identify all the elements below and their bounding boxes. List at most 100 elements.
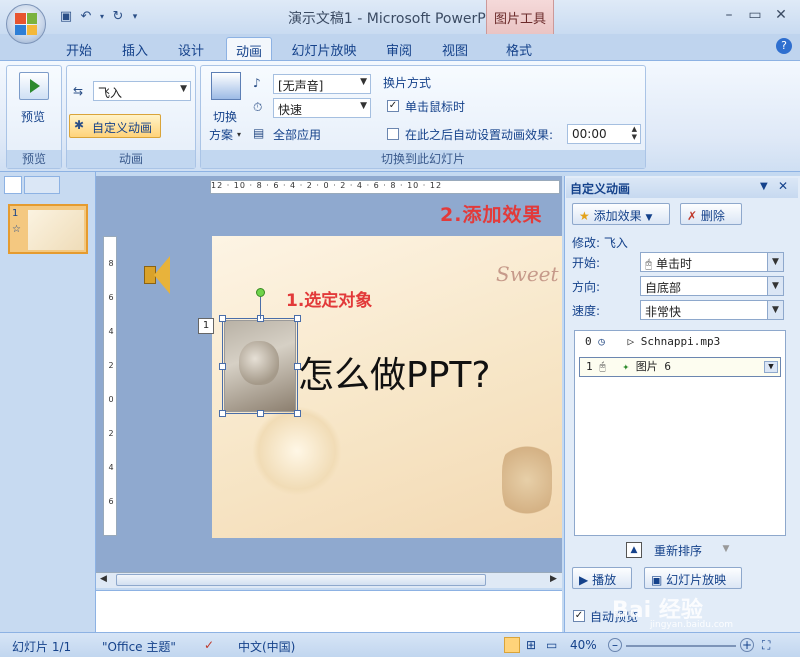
tab-slideshow[interactable]: 幻灯片放映 [286,37,362,60]
animations-group-label: 动画 [67,150,195,168]
zoom-level[interactable]: 40% [570,638,597,652]
scrollbar-thumb[interactable] [116,574,486,586]
remove-effect-button[interactable]: ✗ 删除 [680,203,742,225]
sound-icon: ♪ [253,76,261,90]
slide-heading[interactable]: 怎么做PPT? [298,346,491,398]
tab-animations[interactable]: 动画 [226,37,272,60]
annotation-step-1: 1.选定对象 [286,291,373,311]
spinner-icon[interactable]: ▲ ▼ [632,125,637,141]
apply-all-button[interactable]: 全部应用 [273,126,321,143]
direction-value: 自底部 [645,281,682,295]
zoom-out-icon[interactable]: – [608,638,622,652]
animation-name: Schnappi.mp3 [640,335,721,348]
preview-button[interactable]: 预览 [21,108,45,125]
zoom-in-icon[interactable]: + [740,638,754,652]
normal-view-icon[interactable] [504,637,520,653]
close-icon[interactable]: ✕ [778,179,788,193]
chevron-down-icon: ▼ [360,101,367,111]
on-click-checkbox[interactable]: ✓ [387,100,399,112]
rotate-handle[interactable] [256,288,265,297]
transition-scheme-label-2[interactable]: 方案 [209,126,233,143]
theme-name: "Office 主题" [102,640,176,654]
start-value: 单击时 [656,257,693,271]
slideshow-button[interactable]: ▣ 幻灯片放映 [644,567,742,589]
slideshow-view-icon[interactable]: ▭ [546,638,557,652]
chevron-down-icon: ▼ [767,277,783,295]
start-label: 开始: [572,256,601,270]
animation-order: 1 [586,360,593,373]
transition-scheme-label-1[interactable]: 切换 [213,108,237,125]
slides-tab-icon[interactable] [4,176,22,194]
play-button[interactable]: ▶ 播放 [572,567,632,589]
tab-format[interactable]: 格式 [496,37,542,60]
office-button[interactable] [6,4,46,44]
move-up-icon[interactable]: ▲ [626,542,642,558]
tab-review[interactable]: 审阅 [378,37,420,60]
ribbon-tabs: 开始 插入 设计 动画 幻灯片放映 审阅 视图 格式 ? [0,34,800,60]
auto-after-checkbox[interactable] [387,128,399,140]
custom-animation-button[interactable]: ✱ 自定义动画 [69,114,161,138]
slide-thumbnail[interactable]: 1 ☆ [8,204,88,254]
transition-speed-select[interactable]: 快速 ▼ [273,98,371,118]
restore-button[interactable]: ▭ [744,6,766,24]
fit-window-icon[interactable]: ⛶ [762,638,770,653]
slideshow-icon: ▣ [651,573,663,587]
chevron-down-icon[interactable]: ▼ [764,361,778,373]
speed-select[interactable]: 非常快 ▼ [640,300,784,320]
tab-view[interactable]: 视图 [434,37,476,60]
resize-handle[interactable] [219,363,226,370]
notes-pane[interactable] [96,590,562,632]
chevron-down-icon: ▼ [360,77,367,87]
on-click-label: 单击鼠标时 [405,100,466,114]
play-label: 播放 [592,573,617,587]
resize-handle[interactable] [257,410,264,417]
animate-select[interactable]: 飞入 ▼ [93,81,191,101]
selection-box [219,315,301,417]
resize-handle[interactable] [219,315,226,322]
transition-group-label: 切换到此幻灯片 [201,150,645,168]
scroll-left-icon[interactable]: ◀ [100,574,107,584]
zoom-slider[interactable] [626,645,736,647]
transition-sound-select[interactable]: [无声音] ▼ [273,74,371,94]
preview-icon[interactable] [19,72,49,100]
autopreview-checkbox[interactable]: ✓ [573,610,585,622]
tab-insert[interactable]: 插入 [114,37,156,60]
resize-handle[interactable] [294,410,301,417]
pane-menu-icon[interactable]: ▼ [760,181,768,192]
preview-group-label: 预览 [7,150,61,168]
list-item[interactable]: 0 ◷ ▷ Schnappi.mp3 [585,335,781,355]
tab-home[interactable]: 开始 [58,37,100,60]
outline-tab-icon[interactable] [24,176,60,194]
animate-select-value: 飞入 [98,86,123,100]
animations-group: ⇆ 飞入 ▼ ✱ 自定义动画 动画 [66,65,196,169]
resize-handle[interactable] [294,315,301,322]
tab-design[interactable]: 设计 [170,37,212,60]
rose-decoration [252,406,342,496]
close-button[interactable]: ✕ [770,6,792,24]
spell-check-icon[interactable]: ✓ [204,638,214,652]
slide-thumb-number: 1 [12,208,19,219]
chevron-down-icon: ▼ [645,213,653,223]
auto-after-time-input[interactable]: 00:00 ▲ ▼ [567,124,641,144]
move-down-icon[interactable]: ▼ [718,542,734,558]
start-select[interactable]: 🖰 单击时 ▼ [640,252,784,272]
add-effect-button[interactable]: ★ 添加效果 ▼ [572,203,670,225]
speed-icon: ⏱ [253,100,263,114]
pane-tabs [4,176,60,196]
resize-handle[interactable] [219,410,226,417]
slide-sorter-icon[interactable]: ⊞ [526,638,536,652]
list-item-selected[interactable]: 1 🖰 ✦ 图片 6 ▼ [579,357,781,377]
direction-select[interactable]: 自底部 ▼ [640,276,784,296]
animate-icon: ⇆ [73,84,84,98]
minimize-button[interactable]: – [718,6,740,24]
chevron-down-icon[interactable]: ▾ [237,130,241,139]
office-logo-icon [15,13,37,35]
help-icon[interactable]: ? [776,38,792,54]
rotate-stem [260,297,261,319]
speaker-icon[interactable] [140,254,180,298]
play-icon: ▶ [579,573,589,587]
reorder-label: 重新排序 [654,544,703,558]
vertical-ruler: 86420246 [103,236,117,536]
scroll-right-icon[interactable]: ▶ [550,574,557,584]
transition-scheme-icon[interactable] [211,72,241,100]
